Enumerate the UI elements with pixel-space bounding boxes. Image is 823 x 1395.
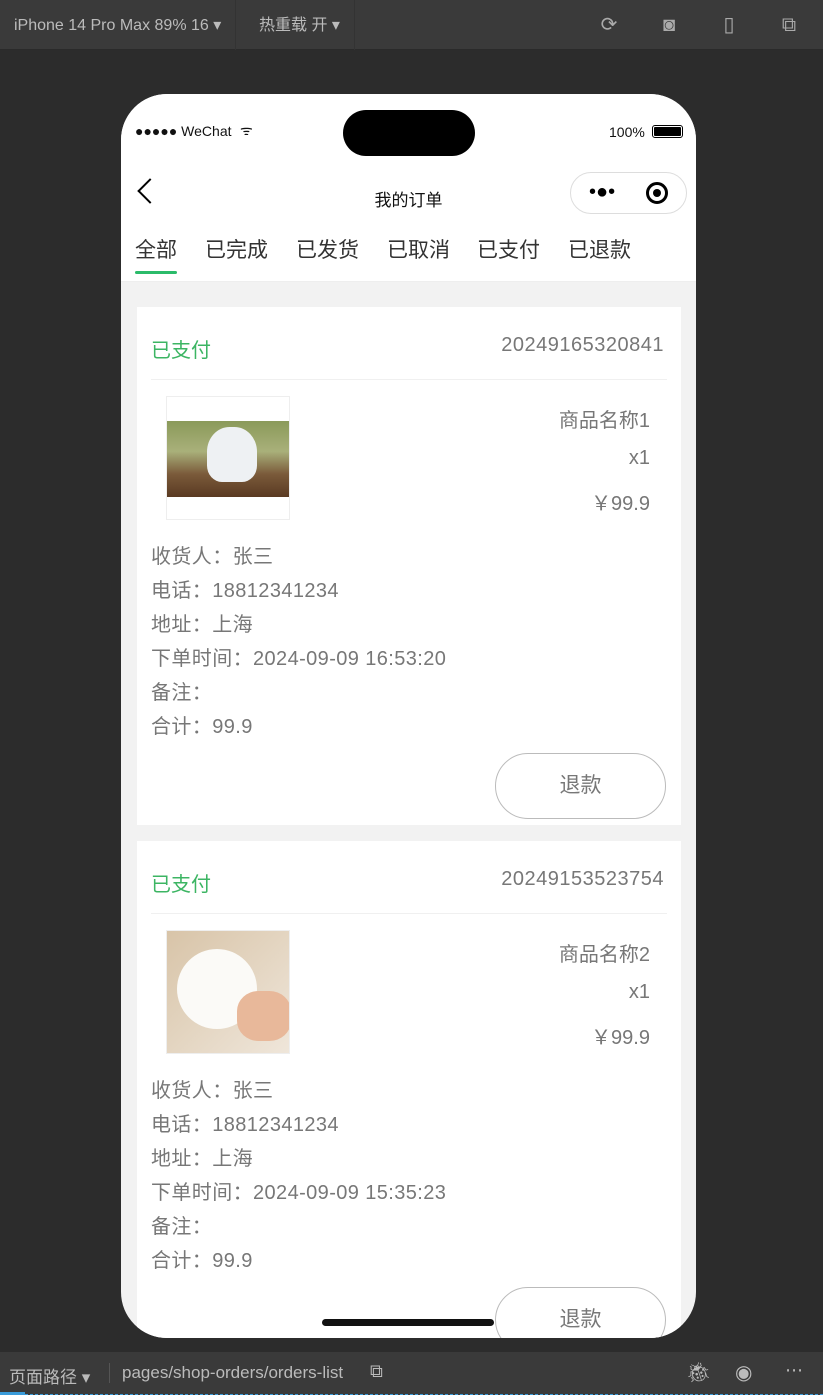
close-miniprogram-icon[interactable] — [646, 182, 668, 204]
wifi-icon: ᯤ — [240, 122, 253, 138]
order-status: 已支付 — [151, 874, 211, 896]
debug-icon[interactable]: 🐞︎ — [686, 1360, 711, 1385]
devtools-toolbar: iPhone 14 Pro Max 89% 16 ▾ 热重载 开 ▾ ⟳ ◙ ▯… — [0, 0, 823, 50]
battery-icon — [652, 125, 683, 138]
order-time: 下单时间：2024-09-09 16:53:20 — [151, 648, 447, 670]
divider — [151, 913, 667, 914]
tab-refunded[interactable]: 已退款 — [568, 234, 631, 264]
product-quantity: x1 — [628, 447, 650, 469]
hot-reload-toggle[interactable]: 热重载 开 ▾ — [245, 0, 355, 50]
order-number: 20249165320841 — [501, 334, 664, 356]
order-number: 20249153523754 — [501, 868, 664, 890]
capsule-menu: •●• — [570, 172, 687, 214]
more-icon[interactable]: •●• — [589, 181, 615, 204]
more-options-icon[interactable]: ⋯ — [785, 1360, 803, 1381]
receiver: 收货人：张三 — [151, 546, 274, 568]
product-quantity: x1 — [628, 981, 650, 1003]
separator — [109, 1363, 110, 1383]
status-bar: ●●●●● WeChat ᯤ 100% — [121, 94, 696, 164]
tab-completed[interactable]: 已完成 — [205, 234, 268, 264]
divider — [151, 379, 667, 380]
order-status: 已支付 — [151, 340, 211, 362]
eye-icon[interactable]: ◉ — [735, 1360, 752, 1385]
carrier: ●●●●● WeChat — [135, 123, 232, 139]
address: 地址：上海 — [151, 1148, 253, 1170]
order-card: 已支付 20249153523754 商品名称2 x1 ￥99.9 收货人：张三… — [137, 841, 681, 1338]
phone-icon[interactable]: ▯ — [718, 14, 740, 36]
receiver: 收货人：张三 — [151, 1080, 274, 1102]
refund-button[interactable]: 退款 — [495, 753, 666, 819]
total: 合计：99.9 — [151, 1250, 253, 1272]
refund-button[interactable]: 退款 — [495, 1287, 666, 1338]
remark: 备注： — [151, 682, 213, 704]
product-price: ￥99.9 — [591, 493, 650, 515]
page-path-label[interactable]: 页面路径 ▾ — [9, 1363, 90, 1388]
tab-all[interactable]: 全部 — [135, 234, 177, 274]
product-image[interactable] — [166, 396, 290, 520]
window-icon[interactable]: ⧉ — [778, 14, 800, 36]
stop-icon[interactable]: ◙ — [658, 14, 680, 36]
order-time: 下单时间：2024-09-09 15:35:23 — [151, 1182, 447, 1204]
tab-shipped[interactable]: 已发货 — [296, 234, 359, 264]
remark: 备注： — [151, 1216, 213, 1238]
product-name: 商品名称1 — [558, 410, 650, 432]
order-card: 已支付 20249165320841 商品名称1 x1 ￥99.9 收货人：张三… — [137, 307, 681, 825]
phone: 电话：18812341234 — [151, 1114, 339, 1136]
device-selector[interactable]: iPhone 14 Pro Max 89% 16 ▾ — [0, 0, 237, 50]
dynamic-island — [343, 110, 475, 156]
nav-bar: 我的订单 •●• — [121, 164, 696, 224]
refresh-icon[interactable]: ⟳ — [598, 14, 620, 36]
address: 地址：上海 — [151, 614, 253, 636]
tab-cancelled[interactable]: 已取消 — [387, 234, 450, 264]
battery-level: 100% — [609, 124, 645, 140]
devtools-statusbar: 页面路径 ▾ pages/shop-orders/orders-list ⧉ 🐞… — [0, 1352, 823, 1395]
phone-simulator: ●●●●● WeChat ᯤ 100% 我的订单 •●• 全部 已完成 已发货 … — [121, 94, 696, 1338]
home-indicator — [322, 1319, 494, 1326]
phone: 电话：18812341234 — [151, 580, 339, 602]
product-price: ￥99.9 — [591, 1027, 650, 1049]
product-image[interactable] — [166, 930, 290, 1054]
product-name: 商品名称2 — [558, 944, 650, 966]
copy-icon[interactable]: ⧉ — [370, 1361, 383, 1382]
order-tabs: 全部 已完成 已发货 已取消 已支付 已退款 — [121, 224, 696, 282]
tab-paid[interactable]: 已支付 — [477, 234, 540, 264]
page-path: pages/shop-orders/orders-list — [122, 1363, 344, 1382]
total: 合计：99.9 — [151, 716, 253, 738]
